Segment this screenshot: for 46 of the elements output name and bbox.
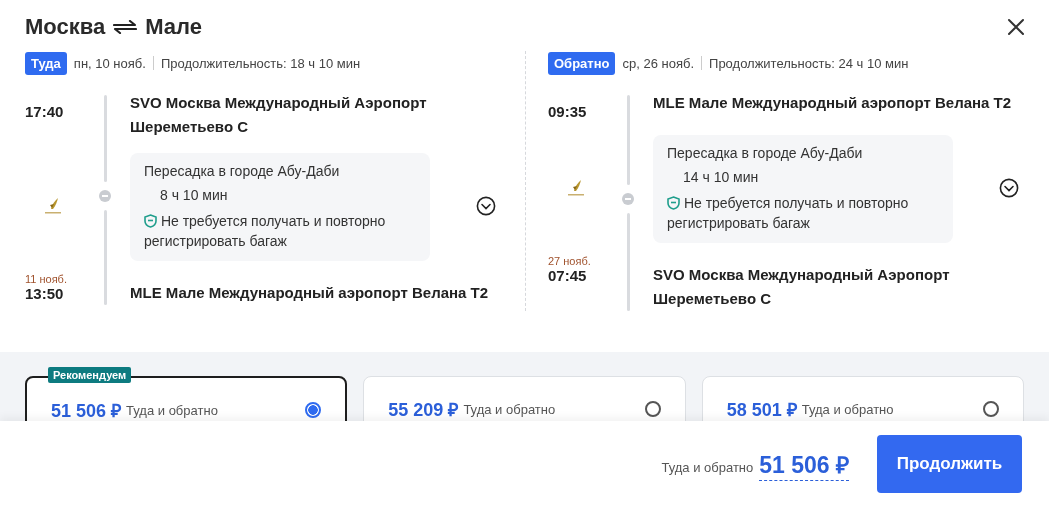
departure-airport: SVO Москва Международный Аэропорт Шереметьево С: [130, 93, 428, 137]
arrival-time: 13:50: [25, 285, 65, 302]
arrival-date: 27 нояб.: [548, 255, 592, 267]
total-price[interactable]: 51 506 ₽: [759, 447, 849, 481]
fare-label: Туда и обратно: [463, 401, 556, 417]
fare-option[interactable]: 58 501 ₽ Туда и обратно: [701, 376, 1024, 421]
expand-button[interactable]: [476, 196, 496, 216]
fare-price: 58 501 ₽: [726, 399, 797, 421]
arrival-airport: SVO Москва Международный Аэропорт Шереметьево С: [653, 265, 951, 309]
radio-button[interactable]: [644, 401, 661, 417]
departure-airport: MLE Мале Международный аэропорт Велана Т2: [653, 93, 1013, 113]
recommended-badge: Рекомендуем: [48, 367, 132, 383]
total-label: Туда и обратно: [661, 458, 754, 475]
arrival-airport: MLE Мале Международный аэропорт Велана Т2: [130, 283, 490, 303]
baggage-note: Не требуется получать и повторно регистрировать багаж: [144, 212, 387, 251]
arrival-date: 11 нояб.: [25, 273, 68, 285]
expand-button[interactable]: [999, 178, 1019, 198]
transfer-duration: 8 ч 10 мин: [159, 187, 229, 203]
route-destination: Мале: [145, 14, 202, 40]
fare-label: Туда и обратно: [801, 401, 894, 417]
flight-duration: Продолжительность: 24 ч 10 мин: [709, 55, 909, 71]
departure-time: 09:35: [548, 103, 587, 120]
shield-icon: [144, 214, 157, 228]
fare-price: 55 209 ₽: [388, 399, 459, 421]
transfer-city: Пересадка в городе Абу-Даби: [667, 145, 864, 161]
stop-dot-icon: [99, 189, 111, 202]
radio-button[interactable]: [983, 401, 999, 417]
radio-button[interactable]: [305, 402, 322, 418]
direction-badge: Туда: [25, 51, 67, 75]
baggage-note: Не требуется получать и повторно регистрировать багаж: [667, 194, 910, 233]
flight-date: пн, 10 нояб.: [73, 55, 146, 71]
transfer-city: Пересадка в городе Абу-Даби: [144, 163, 341, 179]
transfer-duration: 14 ч 10 мин: [682, 169, 760, 185]
direction-badge: Обратно: [548, 51, 616, 75]
departure-time: 17:40: [25, 103, 64, 120]
fare-option[interactable]: 55 209 ₽ Туда и обратно: [363, 376, 686, 421]
fare-price: 51 506 ₽: [51, 400, 122, 421]
route-origin: Москва: [25, 14, 106, 40]
flight-duration: Продолжительность: 18 ч 10 мин: [160, 55, 361, 71]
round-trip-icon: [113, 20, 138, 34]
flight-date: ср, 26 нояб.: [622, 55, 695, 71]
continue-button[interactable]: Продолжить: [877, 435, 1022, 493]
fare-label: Туда и обратно: [126, 402, 218, 418]
stop-dot-icon: [622, 192, 634, 205]
shield-icon: [667, 196, 680, 210]
arrival-time: 07:45: [548, 267, 588, 284]
